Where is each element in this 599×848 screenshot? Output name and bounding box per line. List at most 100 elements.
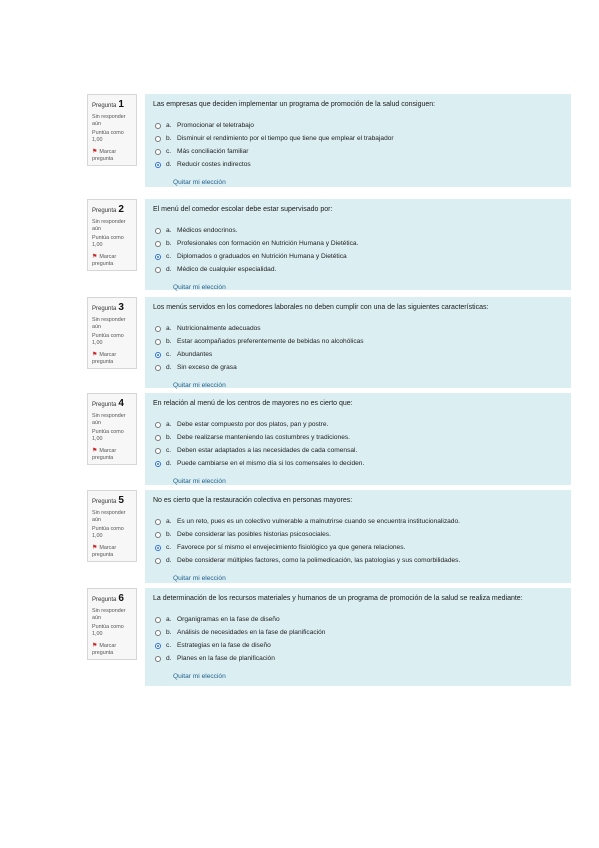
question-content-4: En relación al menú de los centros de ma… <box>145 393 571 485</box>
option-text: Médico de cualquier especialidad. <box>177 266 277 274</box>
option-letter: d. <box>166 266 172 274</box>
clear-choice-link[interactable]: Quitar mi elección <box>173 382 226 389</box>
option-text: Debe considerar las posibles historias p… <box>177 531 331 539</box>
radio-button[interactable] <box>155 629 161 636</box>
answer-option-d[interactable]: d. Sin exceso de grasa <box>155 361 563 374</box>
radio-button[interactable] <box>155 148 161 155</box>
radio-button-selected[interactable] <box>155 642 161 649</box>
question-score: Puntúa como 1,00 <box>92 526 124 540</box>
question-status: Sin responder aún <box>92 218 126 232</box>
question-info-5: Pregunta 5 Sin responder aún Puntúa como … <box>87 490 137 562</box>
flag-question-link[interactable]: ⚑ Marcar pregunta <box>92 642 132 658</box>
option-letter: c. <box>166 447 172 455</box>
answer-option-c[interactable]: c. Favorece por sí mismo el envejecimient… <box>155 541 563 554</box>
radio-button[interactable] <box>155 240 161 247</box>
answer-option-c[interactable]: c. Diplomados o graduados en Nutrición Hu… <box>155 250 563 263</box>
question-number: Pregunta 6 <box>92 592 132 606</box>
question-number-value: 2 <box>118 204 124 215</box>
flag-question-link[interactable]: ⚑ Marcar pregunta <box>92 253 132 269</box>
flag-icon: ⚑ <box>92 642 98 649</box>
answer-option-c[interactable]: c. Deben estar adaptados a las necesidade… <box>155 444 563 457</box>
radio-button[interactable] <box>155 266 161 273</box>
radio-button[interactable] <box>155 434 161 441</box>
clear-choice-link[interactable]: Quitar mi elección <box>173 673 226 680</box>
answer-option-a[interactable]: a. Promocionar el teletrabajo <box>155 119 563 132</box>
answer-option-a[interactable]: a. Debe estar compuesto por dos platos, p… <box>155 418 563 431</box>
radio-button[interactable] <box>155 135 161 142</box>
answer-option-b[interactable]: b. Estar acompañados preferentemente de b… <box>155 335 563 348</box>
flag-question-link[interactable]: ⚑ Marcar pregunta <box>92 351 132 367</box>
question-text: La determinación de los recursos materia… <box>153 595 523 602</box>
option-letter: b. <box>166 531 172 539</box>
radio-button[interactable] <box>155 338 161 345</box>
radio-button[interactable] <box>155 364 161 371</box>
option-text: Favorece por sí mismo el envejecimiento … <box>177 544 406 552</box>
question-status: Sin responder aún <box>92 113 126 127</box>
answer-option-c[interactable]: c. Más conciliación familiar <box>155 145 563 158</box>
option-text: Debe considerar múltiples factores, como… <box>177 557 461 565</box>
option-text: Análisis de necesidades en la fase de pl… <box>177 629 326 637</box>
answer-option-b[interactable]: b. Disminuir el rendimiento por el tiempo… <box>155 132 563 145</box>
answer-option-b[interactable]: b. Debe considerar las posibles historias… <box>155 528 563 541</box>
flag-icon: ⚑ <box>92 148 98 155</box>
answer-option-d[interactable]: d. Puede cambiarse en el mismo día si los… <box>155 457 563 470</box>
question-score: Puntúa como 1,00 <box>92 429 124 443</box>
flag-question-link[interactable]: ⚑ Marcar pregunta <box>92 544 132 560</box>
radio-button-selected[interactable] <box>155 460 161 467</box>
flag-question-link[interactable]: ⚑ Marcar pregunta <box>92 148 132 164</box>
option-letter: d. <box>166 364 172 372</box>
answer-option-b[interactable]: b. Debe realizarse manteniendo las costum… <box>155 431 563 444</box>
radio-button[interactable] <box>155 421 161 428</box>
answer-option-d[interactable]: d. Planes en la fase de planificación <box>155 652 563 665</box>
radio-button[interactable] <box>155 325 161 332</box>
answer-option-a[interactable]: a. Nutricionalmente adecuados <box>155 322 563 335</box>
radio-button[interactable] <box>155 616 161 623</box>
option-letter: d. <box>166 655 172 663</box>
option-letter: c. <box>166 253 172 261</box>
answer-option-d[interactable]: d. Reducir costes indirectos <box>155 158 563 171</box>
question-number: Pregunta 5 <box>92 494 132 508</box>
radio-button-selected[interactable] <box>155 253 161 260</box>
flag-question-link[interactable]: ⚑ Marcar pregunta <box>92 447 132 463</box>
question-content-1: Las empresas que deciden implementar un … <box>145 94 571 187</box>
question-number-value: 3 <box>118 302 124 313</box>
answer-option-a[interactable]: a. Organigramas en la fase de diseño <box>155 613 563 626</box>
answer-option-d[interactable]: d. Médico de cualquier especialidad. <box>155 263 563 276</box>
question-score: Puntúa como 1,00 <box>92 333 124 347</box>
option-letter: c. <box>166 544 172 552</box>
radio-button[interactable] <box>155 518 161 525</box>
answer-option-d[interactable]: d. Debe considerar múltiples factores, co… <box>155 554 563 567</box>
radio-button[interactable] <box>155 122 161 129</box>
clear-choice-link[interactable]: Quitar mi elección <box>173 179 226 186</box>
radio-button[interactable] <box>155 227 161 234</box>
option-text: Es un reto, pues es un colectivo vulnera… <box>177 518 460 526</box>
option-text: Debe realizarse manteniendo las costumbr… <box>177 434 350 442</box>
answer-option-a[interactable]: a. Es un reto, pues es un colectivo vulne… <box>155 515 563 528</box>
question-info-6: Pregunta 6 Sin responder aún Puntúa como … <box>87 588 137 660</box>
answer-option-b[interactable]: b. Profesionales con formación en Nutrici… <box>155 237 563 250</box>
option-text: Diplomados o graduados en Nutrición Huma… <box>177 253 347 261</box>
clear-choice-link[interactable]: Quitar mi elección <box>173 575 226 582</box>
answer-option-c[interactable]: c. Estrategias en la fase de diseño <box>155 639 563 652</box>
clear-choice-link[interactable]: Quitar mi elección <box>173 478 226 485</box>
radio-button-selected[interactable] <box>155 351 161 358</box>
option-text: Reducir costes indirectos <box>177 161 251 169</box>
clear-choice-link[interactable]: Quitar mi elección <box>173 284 226 291</box>
question-label: Pregunta <box>92 208 117 214</box>
radio-button[interactable] <box>155 557 161 564</box>
option-letter: b. <box>166 434 172 442</box>
answer-option-a[interactable]: a. Médicos endocrinos. <box>155 224 563 237</box>
radio-button[interactable] <box>155 447 161 454</box>
question-text: Las empresas que deciden implementar un … <box>153 101 436 108</box>
answer-option-b[interactable]: b. Análisis de necesidades en la fase de … <box>155 626 563 639</box>
question-info-4: Pregunta 4 Sin responder aún Puntúa como … <box>87 393 137 465</box>
option-letter: c. <box>166 642 172 650</box>
radio-button[interactable] <box>155 655 161 662</box>
radio-button-selected[interactable] <box>155 544 161 551</box>
option-text: Disminuir el rendimiento por el tiempo q… <box>177 135 394 143</box>
option-text: Promocionar el teletrabajo <box>177 122 254 130</box>
radio-button-selected[interactable] <box>155 161 161 168</box>
question-label: Pregunta <box>92 103 117 109</box>
answer-option-c[interactable]: c. Abundantes <box>155 348 563 361</box>
radio-button[interactable] <box>155 531 161 538</box>
